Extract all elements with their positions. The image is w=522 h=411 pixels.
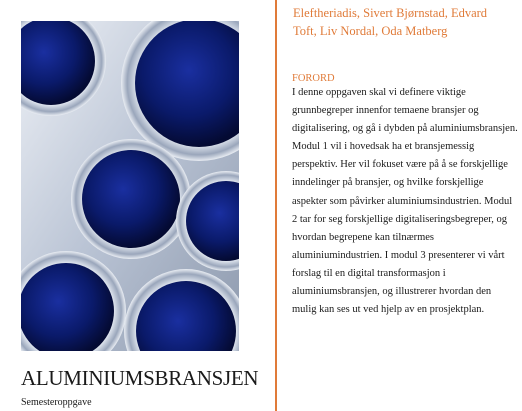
vertical-divider xyxy=(275,0,277,411)
pipe-middle xyxy=(71,139,191,259)
document-subtitle: Semesteroppgave xyxy=(21,397,92,408)
foreword-heading: FORORD xyxy=(292,73,335,84)
author-list: Eleftheriadis, Sivert Bjørnstad, Edvard … xyxy=(293,6,488,38)
foreword-text: I denne oppgaven skal vi definere viktig… xyxy=(292,87,518,316)
aluminium-pipes-photo xyxy=(21,21,239,351)
cover-image xyxy=(21,21,239,351)
document-title: ALUMINIUMSBRANSJEN xyxy=(21,366,259,390)
